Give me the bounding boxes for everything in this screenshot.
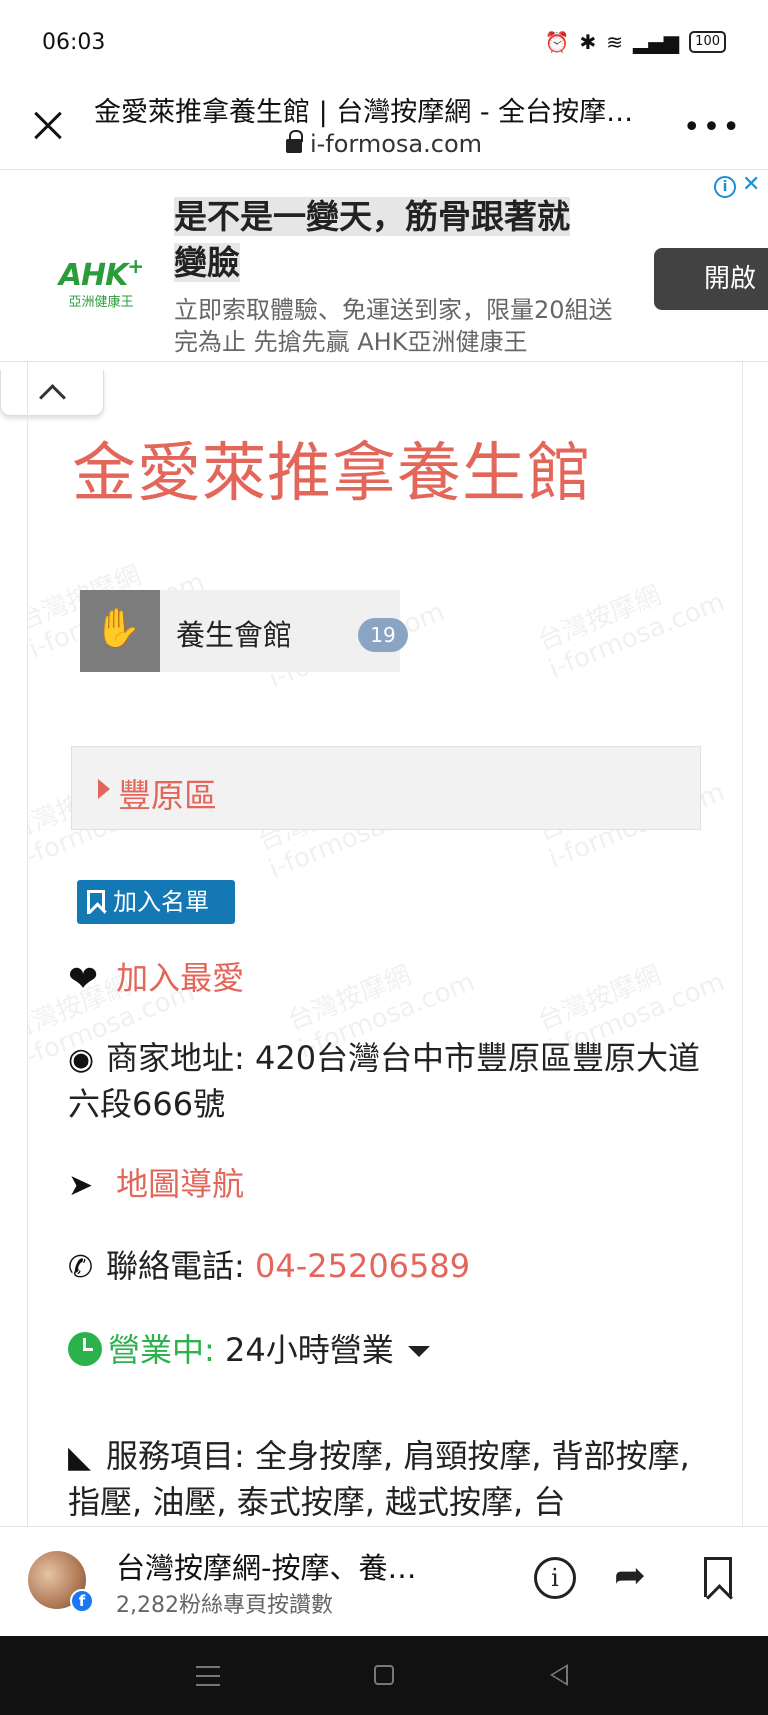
facebook-page-bar: f 台灣按摩網-按摩、養… 2,282粉絲專頁按讚數 i ➦	[0, 1526, 768, 1636]
bluetooth-icon: ✱	[579, 30, 597, 54]
lock-icon	[285, 130, 303, 153]
watermark: 台灣按摩網i-formosa.com	[533, 580, 729, 685]
alarm-icon: ⏰	[544, 30, 570, 54]
clock-icon	[68, 1332, 102, 1366]
back-icon[interactable]	[550, 1664, 568, 1686]
add-favorite-link[interactable]: ❤ 加入最愛	[68, 956, 244, 1002]
ad-open-button[interactable]: 開啟	[654, 248, 768, 310]
address-row: ◉ 商家地址: 420台灣台中市豐原區豐原大道六段666號	[68, 1039, 701, 1123]
battery-icon: 100	[689, 31, 726, 53]
browser-header: 金愛萊推拿養生館 | 台灣按摩網 - 全台按摩… i-formosa.com •…	[0, 86, 768, 170]
chevron-down-icon[interactable]	[407, 1346, 430, 1357]
url-bar[interactable]: i-formosa.com	[0, 130, 768, 158]
bookmark-icon[interactable]	[704, 1557, 732, 1597]
share-icon[interactable]: ➦	[614, 1553, 646, 1597]
main-content: 台灣按摩網i-formosa.com 台灣按摩網i-formosa.com 台灣…	[27, 362, 743, 1526]
system-nav-bar	[0, 1636, 768, 1715]
fb-page-name[interactable]: 台灣按摩網-按摩、養…	[116, 1545, 476, 1587]
services-row: ◣ 服務項目: 全身按摩, 肩頸按摩, 背部按摩, 指壓, 油壓, 泰式按摩, 越…	[68, 1437, 690, 1521]
recent-apps-icon[interactable]	[196, 1666, 220, 1686]
category-tag[interactable]: 養生會館 19	[80, 590, 408, 672]
status-bar: 06:03 ⏰ ✱ ≋ ▂▄▆ 100	[0, 0, 768, 86]
ad-headline[interactable]: 是不是一變天，筋骨跟著就 變臉	[174, 194, 634, 286]
map-navigation-link[interactable]: ➤ 地圖導航	[68, 1162, 244, 1208]
district-label: 豐原區	[118, 776, 217, 815]
category-count-badge: 19	[358, 618, 408, 652]
info-icon[interactable]: i	[534, 1557, 576, 1599]
more-options-icon[interactable]: •••	[683, 110, 742, 145]
status-icons: ⏰ ✱ ≋ ▂▄▆ 100	[545, 30, 726, 54]
ad-close-icon[interactable]: ✕	[742, 172, 760, 197]
phone-link[interactable]: 04-25206589	[255, 1247, 470, 1285]
phone-icon: ✆	[68, 1250, 94, 1285]
map-pin-icon: ◉	[68, 1042, 95, 1077]
hours-row[interactable]: 營業中: 24小時營業	[68, 1328, 430, 1372]
phone-row: ✆ 聯絡電話: 04-25206589	[68, 1244, 470, 1290]
url-text: i-formosa.com	[309, 130, 483, 158]
wifi-icon: ≋	[606, 30, 624, 54]
ad-logo: AHK+ 亞洲健康王	[58, 254, 144, 310]
category-label: 養生會館	[176, 618, 293, 652]
clock-time: 06:03	[42, 30, 106, 55]
ad-info-icon[interactable]: i	[714, 176, 736, 198]
facebook-icon: f	[70, 1589, 94, 1613]
heart-icon: ❤	[68, 959, 99, 1000]
caret-right-icon	[98, 779, 110, 799]
home-icon[interactable]	[374, 1665, 394, 1685]
add-to-list-button[interactable]: 加入名單	[77, 880, 235, 924]
page-title: 金愛萊推拿養生館 | 台灣按摩網 - 全台按摩…	[94, 97, 634, 128]
services-icon: ◣	[68, 1440, 92, 1475]
signal-icon: ▂▄▆	[633, 30, 680, 54]
store-title: 金愛萊推拿養生館	[72, 437, 592, 511]
ad-description: 立即索取體驗、免運送到家，限量20組送完為止 先搶先贏 AHK亞洲健康王	[174, 296, 613, 356]
navigation-arrow-icon: ➤	[68, 1168, 94, 1203]
fb-likes-count: 2,282粉絲專頁按讚數	[116, 1593, 333, 1618]
category-thumbnail	[80, 590, 160, 672]
ad-banner[interactable]: AHK+ 亞洲健康王 是不是一變天，筋骨跟著就 變臉 立即索取體驗、免運送到家，…	[0, 170, 768, 362]
district-link[interactable]: 豐原區	[71, 746, 701, 830]
bookmark-icon	[87, 890, 105, 914]
